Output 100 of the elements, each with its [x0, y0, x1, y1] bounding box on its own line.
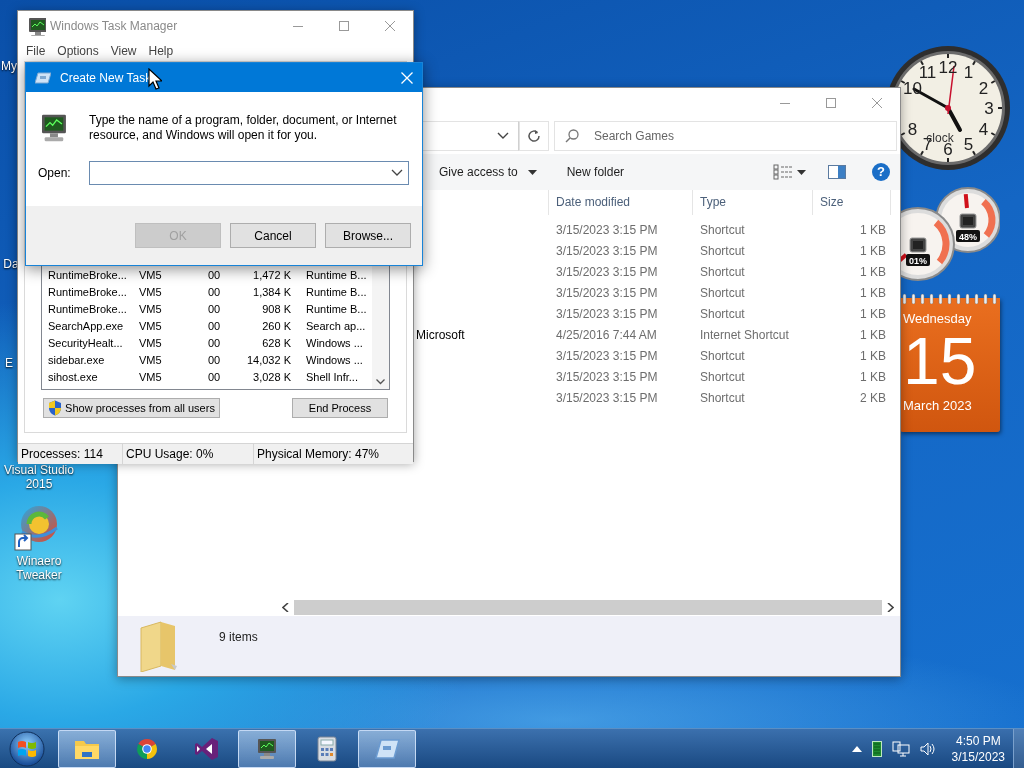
toolbar-button[interactable]: New folder	[558, 158, 633, 186]
description-cell-text: Runtime B...	[305, 302, 368, 315]
description-cell-text: Shell Infr...	[305, 370, 359, 383]
type-cell-text: Shortcut	[699, 264, 746, 279]
user-cell-text: VM5	[138, 353, 163, 366]
cpu-cell-text: 00	[207, 370, 222, 383]
size-cell-text: 1 KB	[859, 264, 887, 279]
vertical-scrollbar[interactable]	[372, 265, 389, 389]
date-cell-text: 3/15/2023 3:15 PM	[555, 390, 659, 405]
memory-cell-text: 3,028 K	[252, 370, 292, 383]
user-cell-text: VM5	[138, 285, 163, 298]
cursor-icon	[148, 68, 162, 90]
maximize-icon	[826, 98, 836, 108]
cpu-cell-text: 00	[207, 353, 222, 366]
taskbar-button[interactable]	[358, 729, 416, 768]
speaker-icon[interactable]	[919, 740, 936, 757]
close-icon	[872, 98, 882, 108]
clock-number: 2	[978, 78, 989, 98]
status-text: Processes: 114	[18, 444, 123, 464]
menu-item[interactable]: File	[20, 44, 52, 58]
maximize-icon	[339, 21, 349, 31]
clock-number: 5	[963, 134, 974, 154]
menu-item[interactable]: Options	[51, 44, 105, 58]
type-cell-text: Shortcut	[699, 390, 746, 405]
scroll-left-icon[interactable]	[282, 603, 289, 612]
clock-number: 1	[963, 63, 974, 83]
column-header[interactable]: Date modified	[549, 190, 693, 215]
process-name: SecurityHealt...	[47, 336, 124, 349]
dialog-button[interactable]: Cancel	[230, 223, 316, 248]
tray-time[interactable]: 4:50 PM	[955, 732, 1001, 749]
column-header[interactable]: Type	[693, 190, 813, 215]
user-cell-text: VM5	[138, 302, 163, 315]
refresh-button[interactable]	[519, 121, 549, 151]
item-count: 9 items	[219, 630, 258, 644]
description-cell-text: Runtime B...	[305, 285, 368, 298]
size-cell-text: 1 KB	[859, 222, 887, 237]
description-cell-text: Windows ...	[305, 336, 364, 349]
desktop-icon-label[interactable]: My	[1, 59, 17, 73]
description-cell-text: Search ap...	[305, 319, 367, 332]
calendar-day: 15	[903, 328, 1000, 394]
meter-icon[interactable]	[871, 740, 882, 757]
monitor-icon	[26, 16, 46, 36]
size-cell-text: 1 KB	[859, 306, 887, 321]
size-cell-text: 1 KB	[859, 285, 887, 300]
caret-icon	[797, 169, 806, 175]
chevron-down-icon[interactable]	[391, 169, 403, 177]
network-icon[interactable]	[891, 740, 910, 757]
search-field[interactable]: Search Games	[554, 121, 897, 151]
clock-number: 12	[938, 58, 958, 77]
cpu-cell-text: 00	[207, 319, 222, 332]
user-cell-text: VM5	[138, 336, 163, 349]
dialog-button[interactable]: Browse...	[325, 223, 411, 248]
scroll-right-icon[interactable]	[887, 603, 894, 612]
clock-number: 4	[978, 119, 989, 139]
shield-icon	[48, 400, 63, 416]
taskbar-button[interactable]	[58, 729, 116, 768]
file-name[interactable]: Microsoft	[416, 327, 465, 342]
menu-item[interactable]: Help	[142, 44, 180, 58]
size-cell-text: 1 KB	[859, 327, 887, 342]
menu-item[interactable]: View	[104, 44, 143, 58]
gauge-needle	[963, 193, 969, 209]
close-icon	[401, 71, 413, 84]
type-cell-text: Shortcut	[699, 285, 746, 300]
tray-date[interactable]: 3/15/2023	[951, 748, 1005, 765]
type-cell-text: Shortcut	[699, 222, 746, 237]
status-text: Physical Memory: 47%	[256, 446, 381, 463]
size-cell-text: 1 KB	[859, 369, 887, 384]
windows-orb-icon	[7, 728, 47, 768]
help-button[interactable]: ?	[872, 163, 890, 181]
date-cell-text: 3/15/2023 3:15 PM	[555, 369, 659, 384]
desktop-icon-label[interactable]: E	[5, 356, 13, 370]
user-cell-text: VM5	[138, 370, 163, 383]
memory-cell-text: 908 K	[261, 302, 292, 315]
user-cell-text: VM5	[138, 319, 163, 332]
column-header[interactable]: Size	[813, 190, 891, 215]
scroll-down-icon[interactable]	[376, 379, 385, 385]
dialog-message: Type the name of a program, folder, document, or Internet resource, and Windows will open it for you.	[89, 113, 398, 143]
process-name: RuntimeBroke...	[47, 302, 128, 315]
end-process-button[interactable]: End Process	[292, 398, 388, 418]
process-name: sidebar.exe	[47, 353, 106, 366]
pane-icon	[828, 165, 846, 179]
cpu-cell-text: 00	[207, 268, 222, 281]
close-icon	[385, 21, 395, 31]
memory-cell-text: 628 K	[261, 336, 292, 349]
process-name: RuntimeBroke...	[47, 285, 128, 298]
type-cell-text: Shortcut	[699, 369, 746, 384]
size-cell-text: 1 KB	[859, 243, 887, 258]
toolbar-button[interactable]: Give access to	[431, 158, 545, 186]
clock-number: 8	[907, 119, 918, 139]
chevron-down-icon[interactable]	[497, 132, 509, 140]
cpu-cell-text: 00	[207, 302, 222, 315]
user-cell-text: VM5	[138, 268, 163, 281]
show-desktop-button[interactable]	[1013, 729, 1024, 768]
gauge-reading: 01%	[906, 254, 930, 266]
chevron-up-icon[interactable]	[851, 745, 862, 752]
taskbar-button[interactable]	[238, 729, 296, 768]
description-cell-text: Windows ...	[305, 353, 364, 366]
caret-icon	[527, 169, 537, 175]
date-cell-text: 3/15/2023 3:15 PM	[555, 243, 659, 258]
show-all-processes-button[interactable]: Show processes from all users	[43, 398, 220, 418]
